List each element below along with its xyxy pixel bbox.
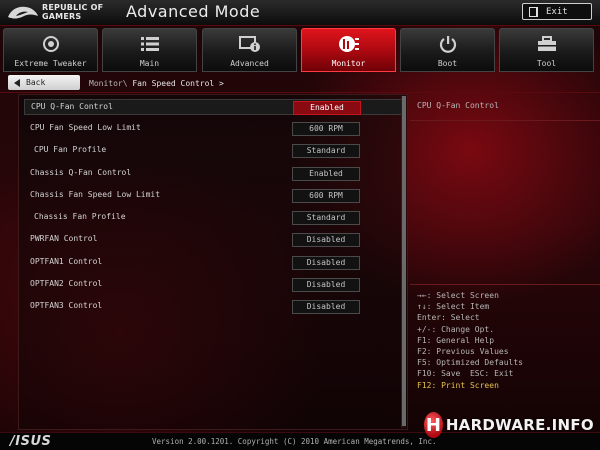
breadcrumb-bar: Back Monitor\ Fan Speed Control > (0, 73, 600, 93)
tab-extreme-tweaker[interactable]: Extreme Tweaker (3, 28, 98, 72)
setting-row-chassis-q-fan-control[interactable]: Chassis Q-Fan Control Enabled (24, 166, 404, 182)
list-icon (139, 35, 161, 53)
setting-value[interactable]: Enabled (293, 101, 361, 115)
toolbox-icon (536, 35, 558, 53)
breadcrumb: Monitor\ Fan Speed Control > (89, 79, 224, 88)
key-help-line: Enter: Select (417, 313, 480, 323)
setting-value[interactable]: Disabled (292, 300, 360, 314)
setting-row-chassis-fan-speed-low-limit[interactable]: Chassis Fan Speed Low Limit 600 RPM (24, 188, 404, 204)
setting-label: CPU Fan Profile (34, 145, 107, 154)
tab-main[interactable]: Main (102, 28, 197, 72)
setting-value[interactable]: 600 RPM (292, 122, 360, 136)
divider (410, 284, 600, 285)
setting-label: CPU Q-Fan Control (31, 102, 113, 111)
tab-label: Monitor (331, 59, 366, 68)
tab-label: Boot (437, 59, 458, 68)
monitor-icon (338, 35, 360, 53)
mode-title: Advanced Mode (126, 2, 261, 21)
extreme-tweaker-icon (40, 35, 62, 53)
setting-label: OPTFAN2 Control (30, 279, 103, 288)
key-help-line: +/-: Change Opt. (417, 324, 495, 334)
exit-door-icon (529, 6, 538, 17)
setting-value[interactable]: Enabled (292, 167, 360, 181)
settings-list: CPU Q-Fan Control Enabled CPU Fan Speed … (18, 94, 408, 430)
setting-row-cpu-q-fan-control[interactable]: CPU Q-Fan Control Enabled (24, 99, 404, 115)
tab-monitor[interactable]: Monitor (301, 28, 396, 72)
exit-button[interactable]: Exit (522, 3, 592, 20)
key-help-line: F5: Optimized Defaults (417, 358, 523, 368)
setting-value[interactable]: 600 RPM (292, 189, 360, 203)
breadcrumb-current: Fan Speed Control > (132, 79, 224, 88)
rog-logo-icon (8, 6, 38, 19)
setting-row-cpu-fan-speed-low-limit[interactable]: CPU Fan Speed Low Limit 600 RPM (24, 121, 404, 137)
scrollbar[interactable] (401, 96, 406, 428)
setting-value[interactable]: Disabled (292, 233, 360, 247)
setting-row-chassis-fan-profile[interactable]: Chassis Fan Profile Standard (24, 210, 404, 226)
setting-label: OPTFAN1 Control (30, 257, 103, 266)
back-label: Back (26, 78, 46, 87)
brand-name: REPUBLIC OF GAMERS (42, 3, 103, 21)
setting-label: Chassis Fan Profile (34, 212, 126, 221)
key-help-line: F1: General Help (417, 335, 495, 345)
setting-value[interactable]: Standard (292, 211, 360, 225)
tab-bar: Extreme Tweaker Main Advanced Monitor Bo… (0, 28, 600, 72)
asus-logo: /ISUS (10, 434, 52, 449)
key-help: →←: Select Screen ↑↓: Select Item Enter:… (417, 290, 523, 391)
watermark: H HARDWARE.INFO (424, 411, 594, 439)
setting-row-cpu-fan-profile[interactable]: CPU Fan Profile Standard (24, 143, 404, 159)
setting-row-pwrfan-control[interactable]: PWRFAN Control Disabled (24, 232, 404, 248)
top-bar: REPUBLIC OF GAMERS Advanced Mode Exit (0, 0, 600, 26)
key-help-line: →←: Select Screen (417, 291, 499, 300)
scrollbar-thumb[interactable] (402, 96, 406, 426)
divider (410, 120, 600, 121)
setting-label: Chassis Fan Speed Low Limit (30, 190, 161, 199)
setting-label: Chassis Q-Fan Control (30, 168, 132, 177)
breadcrumb-parent[interactable]: Monitor\ (89, 79, 128, 88)
tab-tool[interactable]: Tool (499, 28, 594, 72)
back-arrow-icon (14, 78, 20, 87)
setting-value[interactable]: Disabled (292, 256, 360, 270)
setting-label: CPU Fan Speed Low Limit (30, 123, 141, 132)
tab-label: Tool (536, 59, 557, 68)
hardware-info-logo-icon: H (424, 412, 443, 438)
help-panel: CPU Q-Fan Control (410, 94, 600, 274)
advanced-settings-icon (238, 35, 261, 53)
setting-row-optfan3-control[interactable]: OPTFAN3 Control Disabled (24, 299, 404, 315)
key-help-line: F12: Print Screen (417, 380, 499, 390)
tab-label: Advanced (230, 59, 269, 68)
key-help-line: F2: Previous Values (417, 347, 509, 357)
tab-advanced[interactable]: Advanced (202, 28, 297, 72)
tab-label: Main (139, 59, 160, 68)
brand-line-2: GAMERS (42, 12, 82, 21)
setting-row-optfan1-control[interactable]: OPTFAN1 Control Disabled (24, 255, 404, 271)
tab-label: Extreme Tweaker (14, 59, 87, 68)
back-button[interactable]: Back (8, 75, 80, 90)
key-help-line: ↑↓: Select Item (417, 302, 490, 312)
setting-label: OPTFAN3 Control (30, 301, 103, 310)
exit-label: Exit (546, 6, 568, 17)
setting-value[interactable]: Disabled (292, 278, 360, 292)
key-help-line: F10: Save ESC: Exit (417, 369, 514, 379)
setting-row-optfan2-control[interactable]: OPTFAN2 Control Disabled (24, 277, 404, 293)
help-description: CPU Q-Fan Control (417, 101, 499, 110)
power-icon (437, 35, 459, 53)
watermark-text: HARDWARE.INFO (445, 416, 594, 434)
setting-value[interactable]: Standard (292, 144, 360, 158)
version-text: Version 2.00.1201. Copyright (C) 2010 Am… (152, 437, 437, 446)
brand-line-1: REPUBLIC OF (42, 3, 104, 12)
tab-boot[interactable]: Boot (400, 28, 495, 72)
setting-label: PWRFAN Control (30, 234, 98, 243)
